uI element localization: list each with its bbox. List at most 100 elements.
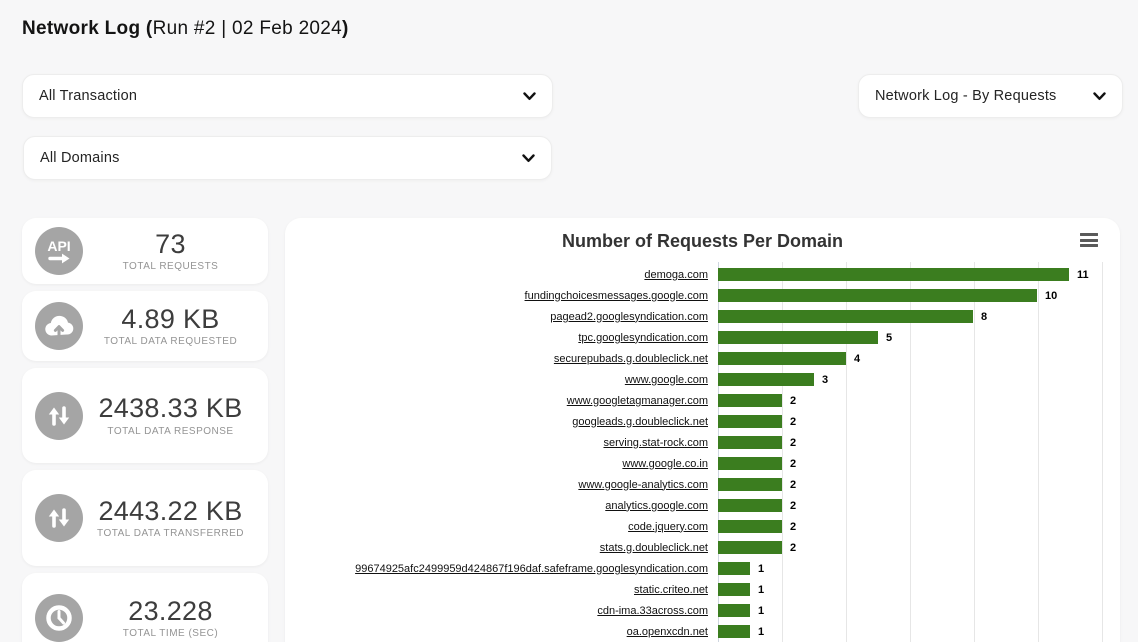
- bar-track: 2: [718, 432, 1120, 453]
- value-label: 4: [854, 353, 860, 365]
- request-count-bar[interactable]: [718, 268, 1069, 281]
- chart-title: Number of Requests Per Domain: [285, 231, 1120, 252]
- stat-card-data-requested: 4.89 KB TOTAL DATA REQUESTED: [22, 291, 268, 361]
- request-count-bar[interactable]: [718, 625, 750, 638]
- bar-track: 2: [718, 495, 1120, 516]
- domain-link[interactable]: analytics.google.com: [285, 500, 718, 512]
- request-count-bar[interactable]: [718, 310, 973, 323]
- requests-per-domain-chart: Number of Requests Per Domain demoga.com…: [285, 218, 1120, 642]
- view-mode-select[interactable]: Network Log - By Requests: [858, 74, 1123, 118]
- bar-track: 10: [718, 285, 1120, 306]
- stat-card-total-time: 23.228 TOTAL TIME (SEC): [22, 573, 268, 642]
- total-time-value: 23.228: [87, 597, 254, 625]
- bar-track: 1: [718, 600, 1120, 621]
- value-label: 5: [886, 332, 892, 344]
- domain-link[interactable]: www.googletagmanager.com: [285, 395, 718, 407]
- bar-track: 5: [718, 327, 1120, 348]
- transfer-arrows-icon: [35, 494, 83, 542]
- request-count-bar[interactable]: [718, 289, 1037, 302]
- chart-row: serving.stat-rock.com 2: [285, 432, 1120, 453]
- bar-track: 2: [718, 537, 1120, 558]
- value-label: 2: [790, 479, 796, 491]
- page-title: Network Log (Run #2 | 02 Feb 2024): [22, 18, 349, 40]
- value-label: 2: [790, 437, 796, 449]
- stats-sidebar: API 73 TOTAL REQUESTS 4.89 KB TOT: [22, 218, 268, 642]
- bar-track: 8: [718, 306, 1120, 327]
- clock-icon: [35, 594, 83, 642]
- domain-link[interactable]: static.criteo.net: [285, 584, 718, 596]
- domain-link[interactable]: stats.g.doubleclick.net: [285, 542, 718, 554]
- domain-link[interactable]: fundingchoicesmessages.google.com: [285, 290, 718, 302]
- domain-link[interactable]: serving.stat-rock.com: [285, 437, 718, 449]
- total-data-requested-value: 4.89 KB: [87, 305, 254, 333]
- request-count-bar[interactable]: [718, 583, 750, 596]
- bar-track: 11: [718, 264, 1120, 285]
- value-label: 1: [758, 584, 764, 596]
- page-title-prefix: Network Log (: [22, 18, 153, 39]
- chart-row: www.google.com 3: [285, 369, 1120, 390]
- chart-row: www.google-analytics.com 2: [285, 474, 1120, 495]
- chart-row: www.googletagmanager.com 2: [285, 390, 1120, 411]
- value-label: 2: [790, 416, 796, 428]
- chevron-down-icon: [1093, 92, 1106, 101]
- bar-track: 2: [718, 474, 1120, 495]
- domain-link[interactable]: 99674925afc2499959d424867f196daf.safefra…: [285, 563, 718, 575]
- domain-link[interactable]: www.google.com: [285, 374, 718, 386]
- value-label: 2: [790, 458, 796, 470]
- value-label: 2: [790, 542, 796, 554]
- chevron-down-icon: [523, 92, 536, 101]
- domain-link[interactable]: pagead2.googlesyndication.com: [285, 311, 718, 323]
- domain-link[interactable]: securepubads.g.doubleclick.net: [285, 353, 718, 365]
- chart-row: oa.openxcdn.net1: [285, 621, 1120, 642]
- domain-link[interactable]: demoga.com: [285, 269, 718, 281]
- request-count-bar[interactable]: [718, 520, 782, 533]
- bar-track: 2: [718, 390, 1120, 411]
- value-label: 10: [1045, 290, 1057, 302]
- request-count-bar[interactable]: [718, 541, 782, 554]
- value-label: 3: [822, 374, 828, 386]
- chart-context-menu-button[interactable]: [1080, 233, 1098, 247]
- total-data-transferred-label: TOTAL DATA TRANSFERRED: [87, 528, 254, 539]
- domain-link[interactable]: cdn-ima.33across.com: [285, 605, 718, 617]
- value-label: 2: [790, 395, 796, 407]
- chart-row: www.google.co.in 2: [285, 453, 1120, 474]
- api-icon: API: [35, 227, 83, 275]
- request-count-bar[interactable]: [718, 499, 782, 512]
- chart-row: stats.g.doubleclick.net 2: [285, 537, 1120, 558]
- domain-link[interactable]: googleads.g.doubleclick.net: [285, 416, 718, 428]
- request-count-bar[interactable]: [718, 415, 782, 428]
- bar-track: 1: [718, 621, 1120, 642]
- transaction-filter-select[interactable]: All Transaction: [22, 74, 553, 118]
- domain-link[interactable]: code.jquery.com: [285, 521, 718, 533]
- total-requests-label: TOTAL REQUESTS: [87, 261, 254, 272]
- domain-link[interactable]: www.google-analytics.com: [285, 479, 718, 491]
- chart-row: googleads.g.doubleclick.net 2: [285, 411, 1120, 432]
- request-count-bar[interactable]: [718, 562, 750, 575]
- cloud-upload-icon: [35, 302, 83, 350]
- stat-card-data-response: 2438.33 KB TOTAL DATA RESPONSE: [22, 368, 268, 463]
- svg-text:API: API: [47, 238, 70, 254]
- domain-link[interactable]: oa.openxcdn.net: [285, 626, 718, 638]
- total-data-response-value: 2438.33 KB: [87, 394, 254, 422]
- request-count-bar[interactable]: [718, 394, 782, 407]
- request-count-bar[interactable]: [718, 478, 782, 491]
- value-label: 1: [758, 605, 764, 617]
- network-log-page: Network Log (Run #2 | 02 Feb 2024) All T…: [0, 0, 1138, 642]
- chart-row: analytics.google.com 2: [285, 495, 1120, 516]
- transaction-filter-value: All Transaction: [39, 88, 523, 104]
- view-mode-value: Network Log - By Requests: [875, 88, 1093, 104]
- request-count-bar[interactable]: [718, 604, 750, 617]
- value-label: 2: [790, 500, 796, 512]
- domain-filter-select[interactable]: All Domains: [23, 136, 552, 180]
- bar-track: 1: [718, 579, 1120, 600]
- request-count-bar[interactable]: [718, 331, 878, 344]
- request-count-bar[interactable]: [718, 373, 814, 386]
- request-count-bar[interactable]: [718, 436, 782, 449]
- chart-row: cdn-ima.33across.com 1: [285, 600, 1120, 621]
- stat-card-total-requests: API 73 TOTAL REQUESTS: [22, 218, 268, 284]
- chart-row: pagead2.googlesyndication.com8: [285, 306, 1120, 327]
- domain-link[interactable]: tpc.googlesyndication.com: [285, 332, 718, 344]
- request-count-bar[interactable]: [718, 352, 846, 365]
- domain-link[interactable]: www.google.co.in: [285, 458, 718, 470]
- request-count-bar[interactable]: [718, 457, 782, 470]
